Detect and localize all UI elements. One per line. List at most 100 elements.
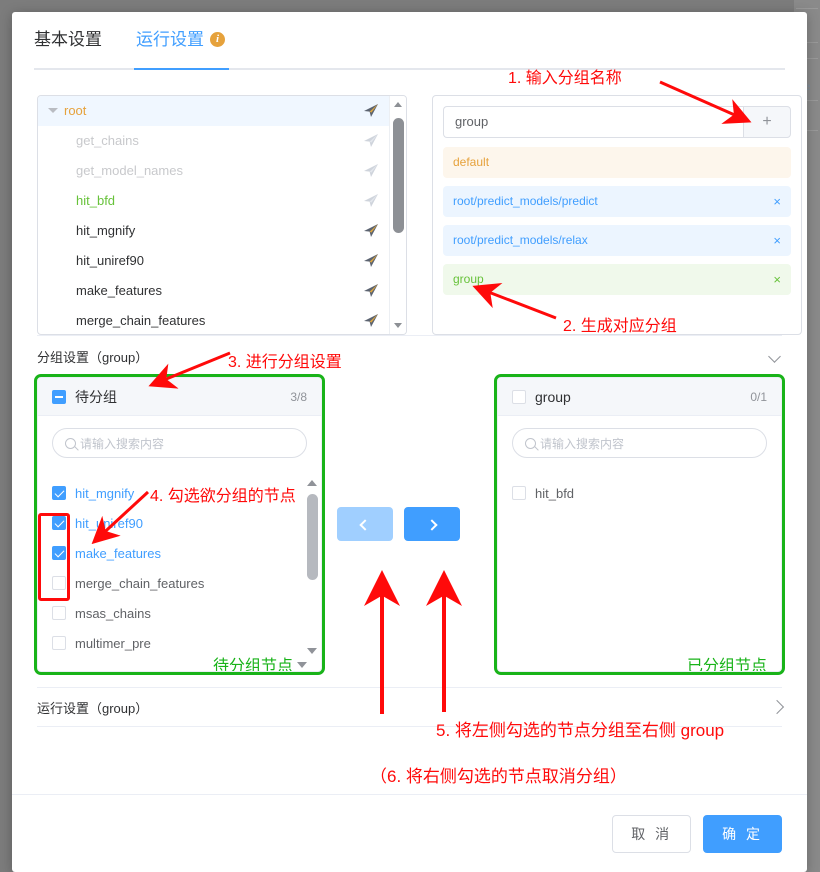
tab-run-settings-label: 运行设置 [136,30,204,49]
item-checkbox[interactable] [52,486,66,500]
chevron-down-icon[interactable] [768,350,782,364]
tree-node-label: root [64,103,87,118]
list-item-label: hit_uniref90 [75,515,143,531]
caret-down-icon[interactable] [307,648,317,654]
confirm-button[interactable]: 确 定 [703,814,782,853]
select-all-checkbox-left[interactable] [52,389,66,404]
list-item[interactable]: hit_bfd [498,478,781,508]
list-item-label: multimer_pre [75,635,151,651]
item-checkbox[interactable] [52,546,66,560]
tree-row[interactable]: hit_bfd [38,186,389,216]
tree-row[interactable]: merge_chain_features [38,306,389,334]
send-icon[interactable] [363,132,379,148]
top-row: root get_chains get_model_names hit_bfd [12,70,807,335]
group-item[interactable]: group × [443,264,791,295]
list-item-label: msas_chains [75,605,151,621]
send-icon[interactable] [363,312,379,328]
tree-row[interactable]: get_chains [38,126,389,156]
transfer-left-body: 请输入搜索内容 hit_mgnify hit_uniref90 make_fea… [38,428,321,672]
add-group-button[interactable]: + [743,106,791,138]
group-item-label: group [453,272,484,286]
search-input-right[interactable]: 请输入搜索内容 [512,428,767,458]
close-icon[interactable]: × [773,264,781,295]
tab-run-settings[interactable]: 运行设置 i [136,12,225,68]
run-settings-collapse-header[interactable]: 运行设置（group） [37,687,785,727]
cancel-button[interactable]: 取 消 [612,814,692,853]
group-settings-title: 分组设置（group） [37,350,149,365]
transfer-left-footer-text: 待分组节点 [212,658,293,672]
caret-down-icon[interactable] [390,317,406,334]
tree-node-label: hit_uniref90 [76,253,144,268]
search-icon [525,437,536,449]
transfer-left-footer-label: 待分组节点 [212,652,307,672]
info-icon[interactable]: i [210,32,225,47]
list-item[interactable]: hit_mgnify [38,478,321,508]
item-checkbox[interactable] [52,606,66,620]
send-icon[interactable] [363,282,379,298]
transfer-left-header: 待分组 3/8 [38,378,321,416]
chevron-right-icon[interactable] [769,699,785,715]
group-item[interactable]: root/predict_models/relax × [443,225,791,256]
caret-down-icon[interactable] [48,108,58,113]
chevron-right-icon [426,519,438,531]
group-list-panel: group + default root/predict_models/pred… [432,95,802,335]
tree-row[interactable]: make_features [38,276,389,306]
tree-row[interactable]: hit_mgnify [38,216,389,246]
group-item[interactable]: root/predict_models/predict × [443,186,791,217]
transfer-panel-left: 待分组 3/8 请输入搜索内容 hit_mgnify hit_uniref90 … [34,374,325,675]
list-item[interactable]: merge_chain_features [38,568,321,598]
tree-row[interactable]: root [38,96,389,126]
transfer-to-right-button[interactable] [404,507,460,541]
item-checkbox[interactable] [52,636,66,650]
tree-node-label: hit_bfd [76,193,116,208]
tree-node-label: make_features [76,283,162,298]
caret-down-icon [297,662,307,668]
caret-up-icon[interactable] [390,96,406,113]
item-checkbox[interactable] [52,576,66,590]
send-icon[interactable] [363,222,379,238]
list-item[interactable]: hit_uniref90 [38,508,321,538]
tree-row[interactable]: hit_uniref90 [38,246,389,276]
group-name-input-wrap: group + [443,106,791,138]
tree-row[interactable]: get_model_names [38,156,389,186]
list-item[interactable]: msas_chains [38,598,321,628]
list-item-label: hit_mgnify [75,485,135,501]
list-item-label: make_features [75,545,161,561]
search-placeholder-left: 请输入搜索内容 [80,436,165,451]
tab-bar: 基本设置 运行设置 i [12,12,807,70]
transfer-left-title: 待分组 [75,388,117,405]
transfer-right-header: group 0/1 [498,378,781,416]
transfer-right-list[interactable]: hit_bfd [498,478,781,671]
transfer-left-scrollbar[interactable] [305,480,319,654]
plus-icon: + [762,113,772,130]
transfer-to-left-button[interactable] [337,507,393,541]
scrollbar-thumb[interactable] [393,118,404,233]
chevron-left-icon [359,519,371,531]
tree-scrollbar[interactable] [389,96,406,334]
send-icon[interactable] [363,192,379,208]
transfer-left-list[interactable]: hit_mgnify hit_uniref90 make_features me… [38,478,321,671]
search-input-left[interactable]: 请输入搜索内容 [52,428,307,458]
node-tree-scroll-area[interactable]: root get_chains get_model_names hit_bfd [38,96,389,334]
scrollbar-thumb[interactable] [306,494,318,580]
transfer-right-body: 请输入搜索内容 hit_bfd 已分组节点 [498,428,781,672]
run-settings-title: 运行设置（group） [37,700,149,716]
tab-basic-settings[interactable]: 基本设置 [34,12,102,68]
item-checkbox[interactable] [52,516,66,530]
send-icon[interactable] [363,102,379,118]
group-name-input[interactable]: group [443,106,743,138]
transfer-panel-right: group 0/1 请输入搜索内容 hit_bfd 已分组节点 [494,374,785,675]
transfer-right-title: group [535,388,571,405]
caret-up-icon[interactable] [307,480,317,486]
send-icon[interactable] [363,162,379,178]
group-settings-collapse-header[interactable]: 分组设置（group） [37,335,782,377]
group-item-label: root/predict_models/relax [453,233,588,247]
group-item-default[interactable]: default [443,147,791,178]
item-checkbox[interactable] [512,486,526,500]
select-all-checkbox-right[interactable] [512,389,526,404]
send-icon[interactable] [363,252,379,268]
close-icon[interactable]: × [773,186,781,217]
transfer-right-footer-label: 已分组节点 [686,658,767,672]
close-icon[interactable]: × [773,225,781,256]
list-item[interactable]: make_features [38,538,321,568]
